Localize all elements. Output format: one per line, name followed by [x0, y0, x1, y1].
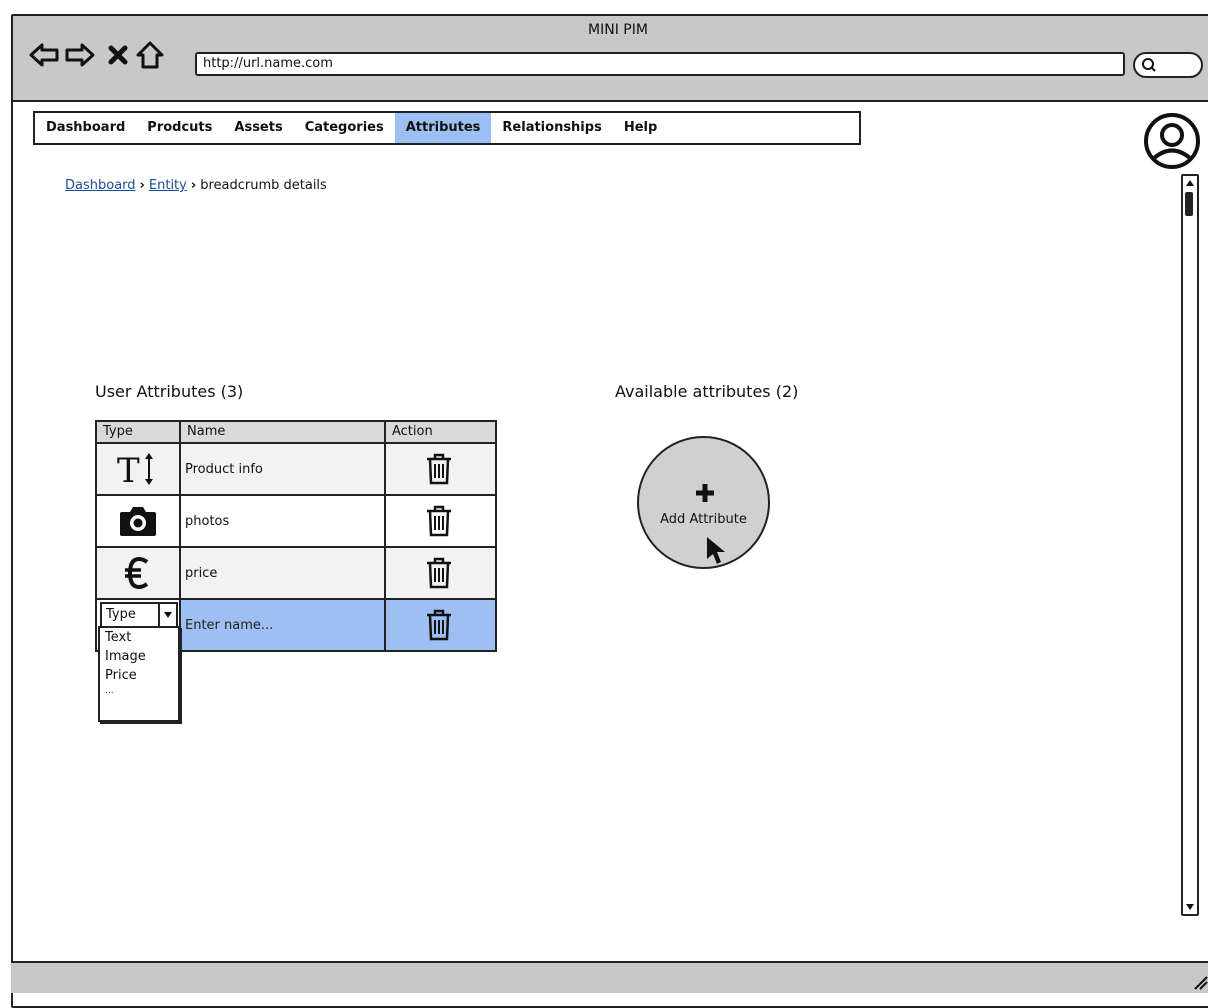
breadcrumb-link-dashboard[interactable]: Dashboard — [65, 178, 136, 193]
type-dropdown-menu: Text Image Price ... — [98, 626, 180, 722]
chevron-down-icon[interactable] — [158, 604, 176, 626]
back-arrow-icon[interactable] — [29, 40, 59, 70]
type-cell — [97, 548, 181, 598]
browser-chrome: MINI PIM http://url.name.com — [13, 16, 1208, 102]
add-attribute-button[interactable]: Add Attribute — [637, 436, 770, 569]
menu-item-categories[interactable]: Categories — [294, 113, 395, 143]
stop-x-icon[interactable] — [103, 40, 133, 70]
action-cell — [386, 444, 491, 494]
column-header-name: Name — [181, 422, 386, 442]
column-header-action: Action — [392, 424, 433, 439]
table-row: photos — [97, 496, 495, 548]
text-type-icon: T — [117, 451, 153, 489]
user-attributes-table: Type Name Action T Product info photos p… — [95, 420, 497, 652]
trash-icon[interactable] — [424, 452, 454, 486]
scrollbar-thumb[interactable] — [1185, 192, 1193, 216]
dropdown-option-image[interactable]: Image — [100, 647, 178, 666]
main-menu: Dashboard Prodcuts Assets Categories Att… — [33, 111, 861, 145]
url-bar[interactable]: http://url.name.com — [195, 52, 1125, 76]
name-cell[interactable]: price — [181, 548, 386, 598]
search-icon — [1142, 58, 1156, 72]
euro-icon — [125, 556, 149, 590]
vertical-scrollbar[interactable] — [1181, 174, 1199, 916]
status-bar — [11, 961, 1208, 993]
menu-item-attributes[interactable]: Attributes — [394, 113, 492, 143]
dropdown-option-text[interactable]: Text — [100, 628, 178, 647]
add-attribute-label: Add Attribute — [660, 512, 747, 527]
scroll-up-icon[interactable] — [1183, 176, 1197, 190]
action-cell — [386, 548, 491, 598]
trash-icon[interactable] — [424, 556, 454, 590]
menu-item-assets[interactable]: Assets — [223, 113, 293, 143]
table-row: T Product info — [97, 444, 495, 496]
home-icon[interactable] — [135, 40, 165, 70]
column-header-type: Type — [97, 422, 181, 442]
plus-icon — [696, 484, 714, 502]
resize-grip-icon[interactable] — [1189, 971, 1208, 991]
menu-item-products[interactable]: Prodcuts — [136, 113, 223, 143]
mouse-cursor-icon — [707, 537, 725, 564]
trash-icon[interactable] — [424, 608, 454, 642]
menu-item-help[interactable]: Help — [613, 113, 668, 143]
name-cell[interactable]: photos — [181, 496, 386, 546]
svg-text:T: T — [117, 451, 140, 489]
action-cell — [386, 600, 491, 650]
forward-arrow-icon[interactable] — [65, 40, 95, 70]
trash-icon[interactable] — [424, 504, 454, 538]
breadcrumb-current: breadcrumb details — [200, 178, 327, 193]
table-header: Type Name Action — [97, 422, 495, 444]
type-cell: T — [97, 444, 181, 494]
dropdown-option-price[interactable]: Price — [100, 666, 178, 685]
action-cell — [386, 496, 491, 546]
scroll-down-icon[interactable] — [1183, 900, 1197, 914]
window-title: MINI PIM — [588, 22, 648, 38]
name-input[interactable]: Enter name... — [181, 600, 386, 650]
breadcrumb-separator-icon: › — [139, 178, 145, 193]
breadcrumb-link-entity[interactable]: Entity — [149, 178, 187, 193]
breadcrumb-separator-icon: › — [190, 178, 197, 193]
dropdown-option-more[interactable]: ... — [100, 685, 178, 697]
type-cell — [97, 496, 181, 546]
available-attributes-title: Available attributes (2) — [615, 382, 799, 401]
type-select-value: Type — [106, 607, 136, 622]
type-select[interactable]: Type — [100, 602, 178, 628]
browser-search-field[interactable] — [1133, 52, 1203, 78]
name-cell[interactable]: Product info — [181, 444, 386, 494]
user-attributes-title: User Attributes (3) — [95, 382, 244, 401]
menu-item-dashboard[interactable]: Dashboard — [35, 113, 136, 143]
breadcrumb: Dashboard › Entity › breadcrumb details — [65, 178, 327, 193]
table-row: price — [97, 548, 495, 600]
menu-item-relationships[interactable]: Relationships — [491, 113, 612, 143]
camera-icon — [120, 507, 156, 536]
user-avatar-icon[interactable] — [1143, 112, 1201, 170]
